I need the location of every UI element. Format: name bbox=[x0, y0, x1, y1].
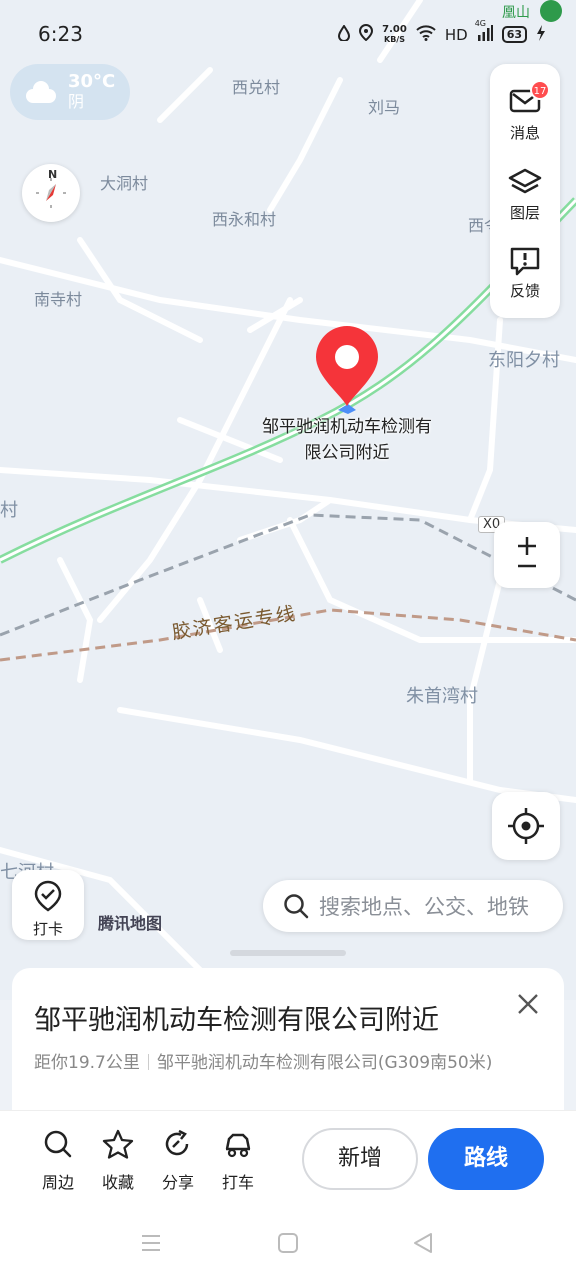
messages-label: 消息 bbox=[509, 124, 540, 142]
map-tools-panel: 17 消息 图层 反馈 bbox=[490, 64, 560, 318]
search-icon bbox=[44, 1130, 72, 1158]
map-label-village: 西永和村 bbox=[212, 210, 277, 229]
menu-icon bbox=[142, 1235, 160, 1251]
taxi-icon bbox=[225, 1133, 251, 1158]
zoom-plus-minus-icon bbox=[518, 537, 536, 568]
message-count-badge: 17 bbox=[530, 80, 550, 100]
action-bar: 周边 收藏 分享 打车 新增 路线 bbox=[0, 1110, 576, 1210]
pin-location-label: 邹平驰润机动车检测有限公司附近 bbox=[262, 417, 432, 463]
back-triangle-icon bbox=[414, 1233, 432, 1253]
status-bar: 6:23 凰山 7.00 KB/S HD 4G 63 bbox=[0, 0, 576, 70]
map-label-village: 大洞村 bbox=[100, 174, 149, 193]
search-placeholder: 搜索地点、公交、地铁 bbox=[319, 895, 529, 919]
map-label-village: 刘马 bbox=[368, 98, 401, 117]
home-nav-button[interactable] bbox=[277, 1232, 299, 1258]
taxi-label: 打车 bbox=[221, 1173, 254, 1192]
checkin-icon bbox=[34, 880, 62, 912]
feedback-label: 反馈 bbox=[509, 282, 540, 300]
app-icon bbox=[540, 0, 562, 22]
map-label-village: 南寺村 bbox=[34, 290, 83, 309]
messages-button[interactable]: 17 消息 bbox=[490, 80, 560, 143]
checkin-label: 打卡 bbox=[32, 920, 63, 938]
map-label-village: 东阳夕村 bbox=[488, 350, 560, 371]
system-nav-bar bbox=[0, 1210, 576, 1280]
speed-unit: KB/S bbox=[384, 34, 405, 44]
location-pin-icon[interactable] bbox=[314, 324, 380, 408]
search-icon bbox=[284, 894, 309, 919]
map-label-village: 朱首湾村 bbox=[406, 686, 478, 707]
route-button[interactable]: 路线 bbox=[428, 1128, 544, 1190]
nearby-label: 周边 bbox=[41, 1173, 74, 1192]
checkin-button[interactable]: 打卡 bbox=[12, 870, 84, 940]
layers-icon bbox=[508, 168, 542, 194]
crosshair-icon bbox=[508, 808, 544, 844]
map-attribution-logo: 腾讯地图 bbox=[98, 914, 163, 933]
divider bbox=[147, 1054, 149, 1070]
speed-value: 7.00 bbox=[382, 23, 407, 35]
favorite-button[interactable]: 收藏 bbox=[88, 1129, 148, 1193]
location-icon bbox=[359, 23, 374, 45]
map-label-village: 西兑村 bbox=[232, 78, 281, 97]
battery-indicator: 63 bbox=[501, 26, 527, 43]
share-label: 分享 bbox=[161, 1173, 194, 1192]
status-icons: 7.00 KB/S HD 4G 63 bbox=[338, 19, 546, 45]
zoom-button[interactable] bbox=[494, 522, 560, 588]
close-button[interactable] bbox=[516, 992, 540, 1016]
weather-widget[interactable]: 30°C 阴 bbox=[10, 64, 130, 120]
home-square-icon bbox=[278, 1233, 298, 1253]
weather-condition: 阴 bbox=[68, 92, 85, 111]
my-location-button[interactable] bbox=[492, 792, 560, 860]
signal-icon: 4G bbox=[475, 19, 493, 45]
drop-icon bbox=[338, 23, 351, 45]
compass-needle-icon bbox=[36, 178, 66, 208]
layers-button[interactable]: 图层 bbox=[490, 168, 560, 223]
place-detail-sheet: 邹平驰润机动车检测有限公司附近 距你19.7公里 邹平驰润机动车检测有限公司(G3… bbox=[12, 968, 564, 1118]
share-icon bbox=[165, 1129, 189, 1156]
signal-type: 4G bbox=[474, 18, 486, 28]
menu-nav-button[interactable] bbox=[140, 1232, 162, 1258]
cloud-icon bbox=[24, 81, 56, 103]
place-subtitle: 距你19.7公里 邹平驰润机动车检测有限公司(G309南50米) bbox=[34, 1048, 492, 1073]
star-icon bbox=[102, 1129, 134, 1159]
hd-label: HD bbox=[444, 25, 468, 44]
place-distance: 距你19.7公里 bbox=[34, 1053, 140, 1073]
place-address: 邹平驰润机动车检测有限公司(G309南50米) bbox=[156, 1053, 493, 1073]
add-button[interactable]: 新增 bbox=[302, 1128, 418, 1190]
status-time: 6:23 bbox=[38, 22, 83, 46]
overlay-text: 凰山 bbox=[502, 5, 530, 21]
feedback-button[interactable]: 反馈 bbox=[490, 246, 560, 301]
place-title: 邹平驰润机动车检测有限公司附近 bbox=[34, 1005, 439, 1036]
search-bar[interactable]: 搜索地点、公交、地铁 bbox=[263, 880, 563, 932]
network-speed: 7.00 KB/S bbox=[382, 23, 407, 45]
nearby-button[interactable]: 周边 bbox=[28, 1129, 88, 1193]
favorite-label: 收藏 bbox=[101, 1173, 134, 1192]
compass-button[interactable]: N bbox=[22, 164, 80, 222]
close-icon bbox=[518, 994, 538, 1014]
feedback-icon bbox=[510, 247, 540, 276]
sheet-drag-handle[interactable] bbox=[230, 950, 346, 956]
share-button[interactable]: 分享 bbox=[148, 1129, 208, 1193]
layers-label: 图层 bbox=[509, 204, 540, 222]
map-label-village: 村 bbox=[0, 500, 18, 521]
weather-temperature: 30°C bbox=[68, 71, 116, 92]
charging-icon bbox=[536, 24, 546, 45]
back-nav-button[interactable] bbox=[412, 1232, 434, 1258]
taxi-button[interactable]: 打车 bbox=[208, 1129, 268, 1193]
wifi-icon bbox=[416, 24, 436, 45]
